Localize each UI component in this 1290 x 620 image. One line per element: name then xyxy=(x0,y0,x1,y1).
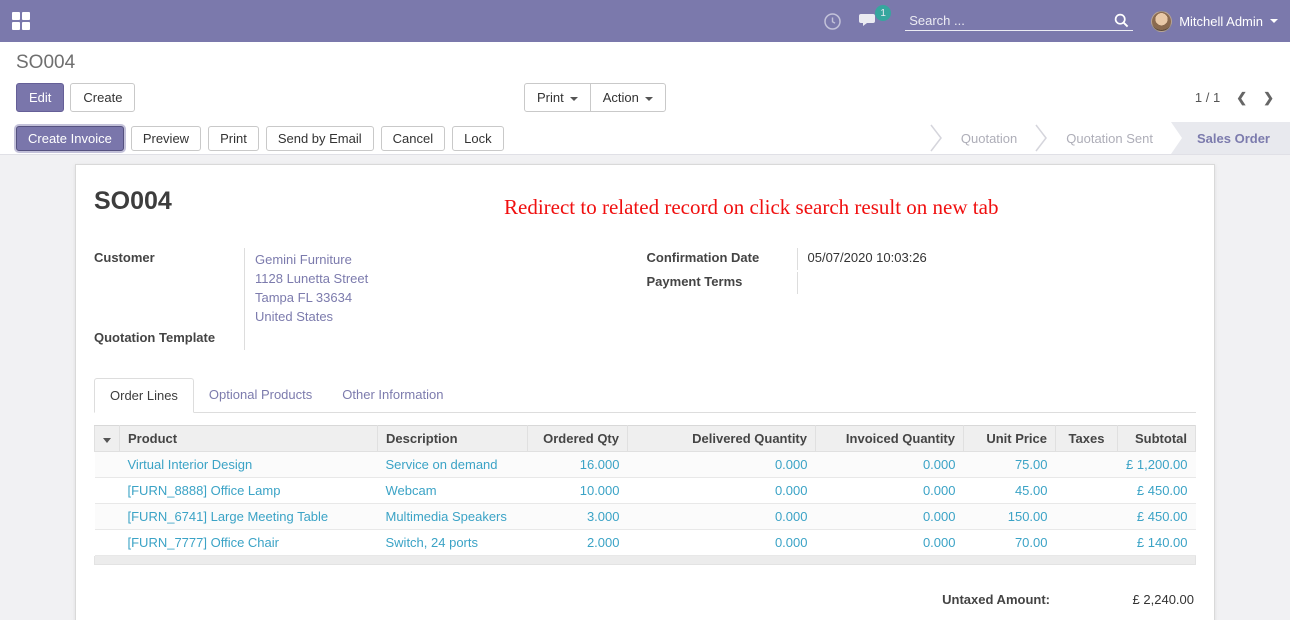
step-quotation[interactable]: Quotation xyxy=(943,122,1035,154)
activities-clock-icon[interactable] xyxy=(824,13,841,30)
sales-order-sheet: SO004 Redirect to related record on clic… xyxy=(75,164,1215,620)
messages-count-badge: 1 xyxy=(875,5,891,21)
create-invoice-button[interactable]: Create Invoice xyxy=(16,126,124,151)
col-product[interactable]: Product xyxy=(120,426,378,452)
print-dropdown-button[interactable]: Print xyxy=(524,83,591,112)
messages-icon[interactable]: 1 xyxy=(859,13,879,29)
payment-terms-label: Payment Terms xyxy=(647,272,797,294)
table-footer-strip xyxy=(94,556,1196,565)
col-invoiced-qty[interactable]: Invoiced Quantity xyxy=(816,426,964,452)
preview-button[interactable]: Preview xyxy=(131,126,201,151)
quotation-template-value xyxy=(244,328,644,350)
tab-order-lines[interactable]: Order Lines xyxy=(94,378,194,413)
print-button[interactable]: Print xyxy=(208,126,259,151)
apps-menu-icon[interactable] xyxy=(12,12,30,30)
pager-previous-icon[interactable]: ❮ xyxy=(1236,90,1247,106)
notebook-tabs: Order Lines Optional Products Other Info… xyxy=(94,378,1196,413)
user-menu[interactable]: Mitchell Admin xyxy=(1151,11,1278,32)
table-row[interactable]: [FURN_6741] Large Meeting Table Multimed… xyxy=(95,504,1196,530)
quotation-template-label: Quotation Template xyxy=(94,328,244,350)
search-input[interactable] xyxy=(909,13,1114,28)
chevron-down-icon xyxy=(645,97,653,101)
chevron-down-icon xyxy=(570,97,578,101)
statusbar: Create Invoice Preview Print Send by Ema… xyxy=(0,122,1290,155)
tab-other-information[interactable]: Other Information xyxy=(327,378,458,412)
cancel-button[interactable]: Cancel xyxy=(381,126,445,151)
step-quotation-sent[interactable]: Quotation Sent xyxy=(1048,122,1171,154)
untaxed-amount-value: £ 2,240.00 xyxy=(1098,592,1194,607)
order-lines-table: Product Description Ordered Qty Delivere… xyxy=(94,425,1196,556)
annotation-note: Redirect to related record on click sear… xyxy=(504,195,998,220)
table-header-row: Product Description Ordered Qty Delivere… xyxy=(95,426,1196,452)
chevron-down-icon xyxy=(1270,19,1278,23)
content-area: SO004 Redirect to related record on clic… xyxy=(0,155,1290,613)
search-icon[interactable] xyxy=(1114,13,1129,28)
step-separator-icon xyxy=(930,123,943,153)
breadcrumb: SO004 xyxy=(16,52,1274,74)
user-avatar xyxy=(1151,11,1172,32)
customer-value[interactable]: Gemini Furniture 1128 Lunetta Street Tam… xyxy=(244,248,644,328)
confirmation-date-value: 05/07/2020 10:03:26 xyxy=(797,248,1197,270)
table-row[interactable]: Virtual Interior Design Service on deman… xyxy=(95,452,1196,478)
send-by-email-button[interactable]: Send by Email xyxy=(266,126,374,151)
global-search[interactable] xyxy=(905,11,1133,31)
untaxed-amount-label: Untaxed Amount: xyxy=(942,592,1050,607)
table-row[interactable]: [FURN_8888] Office Lamp Webcam 10.000 0.… xyxy=(95,478,1196,504)
step-separator-icon xyxy=(1035,123,1048,153)
list-options-caret[interactable] xyxy=(95,426,120,452)
confirmation-date-label: Confirmation Date xyxy=(647,248,797,270)
pager-value[interactable]: 1 / 1 xyxy=(1195,90,1220,105)
customer-label: Customer xyxy=(94,248,244,328)
totals-row: Untaxed Amount: £ 2,240.00 xyxy=(94,592,1196,607)
payment-terms-value xyxy=(797,272,1197,294)
tab-optional-products[interactable]: Optional Products xyxy=(194,378,327,412)
user-name: Mitchell Admin xyxy=(1179,14,1263,29)
control-panel: SO004 Edit Create Print Action 1 / 1 ❮ ❯ xyxy=(0,42,1290,122)
col-unit-price[interactable]: Unit Price xyxy=(964,426,1056,452)
col-taxes[interactable]: Taxes xyxy=(1056,426,1118,452)
lock-button[interactable]: Lock xyxy=(452,126,503,151)
edit-button[interactable]: Edit xyxy=(16,83,64,112)
chevron-down-icon xyxy=(103,438,111,443)
pager-next-icon[interactable]: ❯ xyxy=(1263,90,1274,106)
top-navbar: 1 Mitchell Admin xyxy=(0,0,1290,42)
step-sales-order[interactable]: Sales Order xyxy=(1171,122,1290,154)
status-steps: Quotation Quotation Sent Sales Order xyxy=(930,122,1290,154)
col-delivered-qty[interactable]: Delivered Quantity xyxy=(628,426,816,452)
action-dropdown-button[interactable]: Action xyxy=(590,83,666,112)
table-row[interactable]: [FURN_7777] Office Chair Switch, 24 port… xyxy=(95,530,1196,556)
create-button[interactable]: Create xyxy=(70,83,135,112)
col-description[interactable]: Description xyxy=(378,426,528,452)
col-subtotal[interactable]: Subtotal xyxy=(1118,426,1196,452)
col-ordered-qty[interactable]: Ordered Qty xyxy=(528,426,628,452)
